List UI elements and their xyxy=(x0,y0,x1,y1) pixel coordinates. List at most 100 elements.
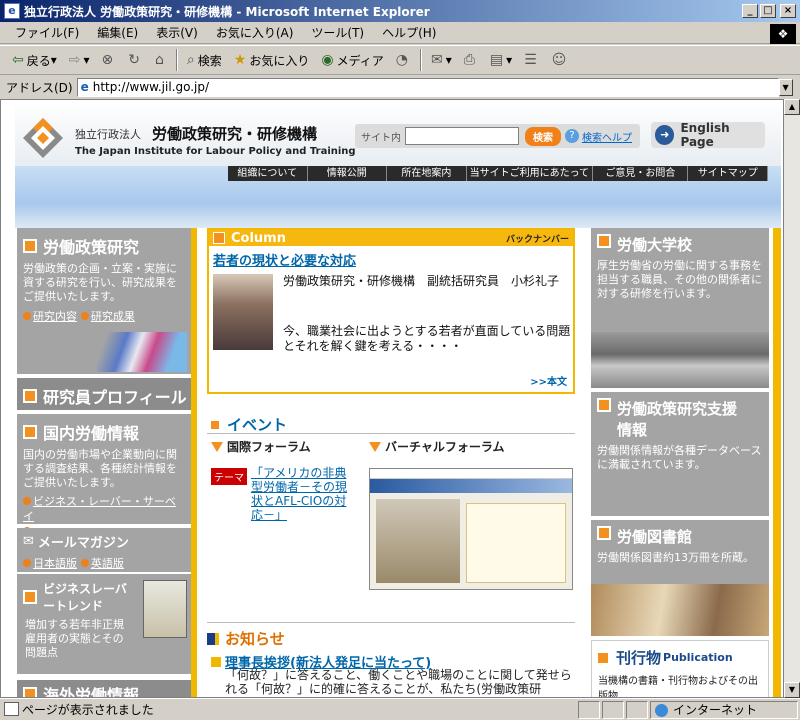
support-panel: 労働政策研究支援情報 労働関係情報が各種データベースに満載されています。 xyxy=(591,392,769,516)
menu-help[interactable]: ヘルプ(H) xyxy=(373,24,445,41)
forum-panel-list xyxy=(466,503,566,583)
mailmag-english-link[interactable]: 英語版 xyxy=(81,557,124,570)
favorites-button[interactable]: ★ お気に入り xyxy=(228,48,316,72)
publication-panel[interactable]: 刊行物 Publication 当機構の書籍・刊行物およびその出版物 xyxy=(591,640,769,697)
site-search-button[interactable]: 検索 xyxy=(525,126,561,146)
research-content-link[interactable]: 研究内容 xyxy=(23,310,77,323)
back-arrow-icon: ⇦ xyxy=(12,52,24,68)
overseas-panel[interactable]: 海外労働情報 xyxy=(17,680,191,697)
home-button[interactable]: ⌂ xyxy=(149,48,173,72)
mailmag-japanese-link[interactable]: 日本語版 xyxy=(23,557,77,570)
nav-contact[interactable]: ご意見・お問合 xyxy=(593,166,689,181)
status-bar: ページが表示されました インターネット xyxy=(0,698,800,720)
security-zone: インターネット xyxy=(650,700,798,719)
right-rail xyxy=(773,228,781,697)
business-labor-survey-link[interactable]: ビジネス・レーバー・サーベイ xyxy=(23,495,176,523)
site-search: サイト内 検索 ? 検索ヘルプ xyxy=(355,124,640,148)
messenger-button[interactable]: ☺ xyxy=(546,48,576,72)
menu-bar: ファイル(F) 編集(E) 表示(V) お気に入り(A) ツール(T) ヘルプ(… xyxy=(0,22,800,44)
history-button[interactable]: ◔ xyxy=(390,48,417,72)
help-icon[interactable]: ? xyxy=(565,129,579,143)
edit-button[interactable]: ▤ ▾ xyxy=(484,48,518,72)
print-button[interactable]: ⎙ xyxy=(458,48,484,72)
status-cell xyxy=(626,700,648,719)
english-page-label: English Page xyxy=(680,121,730,149)
domestic-heading[interactable]: 国内労働情報 xyxy=(17,414,191,444)
org-english-name: The Japan Institute for Labour Policy an… xyxy=(75,146,356,157)
forward-button[interactable]: ⇨ ▾ xyxy=(63,48,96,72)
forum-image-titlebar xyxy=(370,479,572,493)
address-dropdown[interactable]: ▼ xyxy=(778,78,793,96)
event-divider xyxy=(207,433,575,434)
home-icon: ⌂ xyxy=(155,52,164,68)
menu-edit[interactable]: 編集(E) xyxy=(88,24,147,41)
read-more-link[interactable]: >>本文 xyxy=(530,373,567,388)
nav-sitemap[interactable]: サイトマップ xyxy=(688,166,768,181)
search-button[interactable]: ⌕ 検索 xyxy=(181,48,228,72)
support-heading[interactable]: 労働政策研究支援情報 xyxy=(591,392,769,440)
scroll-down-button[interactable]: ▼ xyxy=(784,682,800,698)
jil-logo[interactable] xyxy=(21,116,65,160)
profile-panel[interactable]: 研究員プロフィール xyxy=(17,378,191,410)
menu-tools[interactable]: ツール(T) xyxy=(302,24,373,41)
mailmag-links: 日本語版 英語版 xyxy=(17,551,191,575)
window-title: 独立行政法人 労働政策研究・研修機構 - Microsoft Internet … xyxy=(24,4,430,19)
blt-heading[interactable]: ビジネスレーバートレンド xyxy=(17,574,137,614)
theme-link[interactable]: 「アメリカの非典型労働者－その現状とAFL-CIOの対応－」 xyxy=(251,466,353,522)
mail-button[interactable]: ✉ ▾ xyxy=(425,48,458,72)
discuss-button[interactable]: ☰ xyxy=(518,48,546,72)
column-title-link[interactable]: 若者の現状と必要な対応 xyxy=(213,250,356,269)
stop-button[interactable]: ⊗ xyxy=(96,48,123,72)
favorites-icon: ★ xyxy=(233,52,247,68)
nav-disclosure[interactable]: 情報公開 xyxy=(308,166,388,181)
intl-forum-label: 国際フォーラム xyxy=(227,440,311,454)
english-page-button[interactable]: ➜ English Page xyxy=(651,121,765,149)
mailmag-heading[interactable]: ✉ メールマガジン xyxy=(17,528,191,551)
research-heading[interactable]: 労働政策研究 xyxy=(17,228,191,258)
search-help-link[interactable]: 検索ヘルプ xyxy=(582,129,632,144)
vertical-scrollbar[interactable]: ▲ ▼ xyxy=(784,99,800,698)
media-label: メディア xyxy=(336,53,384,68)
toolbar: ⇦ 戻る ▾ ⇨ ▾ ⊗ ↻ ⌂ ⌕ 検索 ★ お気に入り ◉ メディア ◔ ✉ ▾ ⎙ ▤… xyxy=(0,45,800,75)
publication-heading: 刊行物 Publication xyxy=(592,641,768,668)
back-numbers-link[interactable]: バックナンバー xyxy=(506,232,569,245)
windows-logo-icon: ❖ xyxy=(770,24,796,44)
site-search-input[interactable] xyxy=(405,127,519,145)
nav-about[interactable]: 組織について xyxy=(228,166,308,181)
nav-access[interactable]: 所在地案内 xyxy=(387,166,467,181)
university-heading[interactable]: 労働大学校 xyxy=(591,228,769,255)
news-divider xyxy=(207,622,575,623)
publication-title: 刊行物 xyxy=(616,649,662,667)
messenger-icon: ☺ xyxy=(551,52,567,68)
org-name: 労働政策研究・研修機構 xyxy=(152,125,318,143)
address-label: アドレス(D) xyxy=(6,80,73,95)
library-photo xyxy=(591,584,769,636)
research-results-link[interactable]: 研究成果 xyxy=(81,310,135,323)
domestic-title: 国内労働情報 xyxy=(43,424,140,443)
library-heading[interactable]: 労働図書館 xyxy=(591,520,769,547)
print-icon: ⎙ xyxy=(463,52,475,68)
news-heading: お知らせ xyxy=(207,628,285,649)
close-button[interactable]: × xyxy=(780,4,796,18)
toolbar-separator xyxy=(419,49,422,71)
forum-image-topbar xyxy=(370,469,572,479)
blt-cover-image[interactable] xyxy=(143,580,187,638)
library-panel: 労働図書館 労働関係図書約13万冊を所蔵。 xyxy=(591,520,769,636)
address-input[interactable]: e http://www.jil.go.jp/ xyxy=(76,77,779,97)
column-head-label: Column xyxy=(231,230,286,246)
minimize-button[interactable]: _ xyxy=(742,4,758,18)
refresh-icon: ↻ xyxy=(128,52,141,68)
scroll-up-button[interactable]: ▲ xyxy=(784,99,800,115)
virtual-forum-image[interactable] xyxy=(369,468,573,590)
news-item-text: 「何故？」に答えること、働くことや職場のことに関して発せられる「何故？」に的確に… xyxy=(225,668,572,696)
maximize-button[interactable]: □ xyxy=(760,4,776,18)
org-prefix: 独立行政法人 xyxy=(75,128,141,141)
menu-file[interactable]: ファイル(F) xyxy=(6,24,88,41)
refresh-button[interactable]: ↻ xyxy=(122,48,149,72)
media-button[interactable]: ◉ メディア xyxy=(315,48,389,72)
menu-view[interactable]: 表示(V) xyxy=(147,24,207,41)
nav-site-policy[interactable]: 当サイトご利用にあたって xyxy=(467,166,594,181)
menu-favorites[interactable]: お気に入り(A) xyxy=(207,24,303,41)
bullet-square-icon xyxy=(213,232,225,244)
back-button[interactable]: ⇦ 戻る ▾ xyxy=(6,48,63,72)
